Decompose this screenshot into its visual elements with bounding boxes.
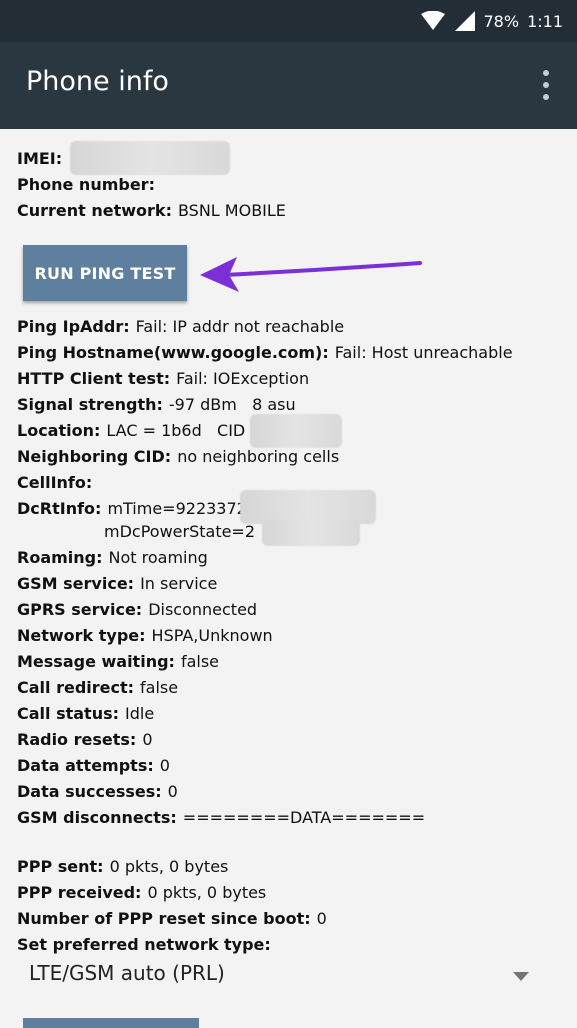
bottom-button-partial[interactable]: [23, 1018, 199, 1028]
status-icons: 78% 1:11: [420, 0, 563, 42]
http-client-value: Fail: IOException: [176, 369, 310, 388]
dcrtinfo-redacted-2: [262, 520, 360, 546]
dcrtinfo-label: DcRtInfo:: [17, 499, 102, 518]
ppp-received-label: PPP received:: [17, 883, 142, 902]
network-type-label: Network type:: [17, 626, 146, 645]
call-status-row: Call status: Idle: [17, 703, 154, 725]
cellinfo-row: CellInfo:: [17, 472, 98, 494]
ping-ipaddr-label: Ping IpAddr:: [17, 317, 130, 336]
gsm-disconnects-label: GSM disconnects:: [17, 808, 177, 827]
neighboring-cid-label: Neighboring CID:: [17, 447, 172, 466]
signal-strength-label: Signal strength:: [17, 395, 163, 414]
clock-time: 1:11: [527, 11, 563, 31]
app-bar: Phone info: [0, 42, 577, 129]
dcrtinfo-value-2: mDcPowerState=2: [104, 522, 256, 541]
arrow-annotation-icon: [200, 257, 422, 292]
ppp-sent-row: PPP sent: 0 pkts, 0 bytes: [17, 856, 228, 878]
ppp-reset-row: Number of PPP reset since boot: 0: [17, 908, 327, 930]
ping-hostname-value: Fail: Host unreachable: [334, 343, 513, 362]
phone-number-row: Phone number:: [17, 174, 161, 196]
ppp-sent-value: 0 pkts, 0 bytes: [109, 857, 229, 876]
roaming-row: Roaming: Not roaming: [17, 547, 208, 569]
network-type-row: Network type: HSPA,Unknown: [17, 625, 273, 647]
cellinfo-label: CellInfo:: [17, 473, 93, 492]
phone-number-label: Phone number:: [17, 175, 155, 194]
data-successes-value: 0: [167, 782, 178, 801]
ping-hostname-row: Ping Hostname(www.google.com): Fail: Host…: [17, 342, 513, 364]
ping-ipaddr-row: Ping IpAddr: Fail: IP addr not reachable: [17, 316, 344, 338]
ppp-reset-value: 0: [316, 909, 327, 928]
current-network-value: BSNL MOBILE: [177, 201, 286, 220]
http-client-label: HTTP Client test:: [17, 369, 171, 388]
neighboring-cid-row: Neighboring CID: no neighboring cells: [17, 446, 339, 468]
location-row: Location: LAC = 1b6d CID: [17, 420, 245, 442]
ping-ipaddr-value: Fail: IP addr not reachable: [135, 317, 345, 336]
gsm-disconnects-value: ========DATA=======: [182, 808, 426, 827]
location-value: LAC = 1b6d CID: [106, 421, 246, 440]
ppp-received-row: PPP received: 0 pkts, 0 bytes: [17, 882, 266, 904]
ppp-reset-label: Number of PPP reset since boot:: [17, 909, 311, 928]
phone-info-content: IMEI: Phone number: Current network: BSNL…: [0, 129, 577, 1028]
dcrtinfo-row-2: mDcPowerState=2: [104, 521, 255, 543]
signal-strength-value: -97 dBm 8 asu: [168, 395, 296, 414]
dropdown-arrow-icon: [513, 972, 529, 981]
gprs-service-label: GPRS service:: [17, 600, 143, 619]
dcrtinfo-redacted-1: [240, 490, 376, 524]
dcrtinfo-row: DcRtInfo: mTime=922337203: [17, 498, 267, 520]
gprs-service-row: GPRS service: Disconnected: [17, 599, 257, 621]
wifi-icon: [420, 11, 446, 31]
gprs-service-value: Disconnected: [148, 600, 258, 619]
gsm-service-label: GSM service:: [17, 574, 135, 593]
call-redirect-value: false: [140, 678, 179, 697]
cid-redacted: [250, 414, 342, 448]
radio-resets-row: Radio resets: 0: [17, 729, 153, 751]
ppp-received-value: 0 pkts, 0 bytes: [147, 883, 267, 902]
page-title: Phone info: [26, 66, 169, 97]
overflow-menu-icon[interactable]: [541, 70, 551, 100]
current-network-label: Current network:: [17, 201, 172, 220]
neighboring-cid-value: no neighboring cells: [177, 447, 340, 466]
signal-icon: [454, 10, 476, 32]
status-bar: 78% 1:11: [0, 0, 577, 42]
call-redirect-row: Call redirect: false: [17, 677, 178, 699]
call-status-value: Idle: [125, 704, 155, 723]
http-client-row: HTTP Client test: Fail: IOException: [17, 368, 309, 390]
radio-resets-label: Radio resets:: [17, 730, 137, 749]
data-attempts-value: 0: [159, 756, 170, 775]
roaming-value: Not roaming: [108, 548, 208, 567]
network-type-value: HSPA,Unknown: [151, 626, 273, 645]
ping-hostname-label: Ping Hostname(www.google.com):: [17, 343, 329, 362]
call-redirect-label: Call redirect:: [17, 678, 135, 697]
preferred-network-label: Set preferred network type:: [17, 935, 271, 954]
battery-text: 78%: [483, 11, 520, 31]
message-waiting-label: Message waiting:: [17, 652, 175, 671]
gsm-service-row: GSM service: In service: [17, 573, 217, 595]
location-label: Location:: [17, 421, 101, 440]
data-successes-row: Data successes: 0: [17, 781, 178, 803]
current-network-row: Current network: BSNL MOBILE: [17, 200, 286, 222]
message-waiting-value: false: [180, 652, 219, 671]
signal-strength-row: Signal strength: -97 dBm 8 asu: [17, 394, 296, 416]
data-successes-label: Data successes:: [17, 782, 162, 801]
message-waiting-row: Message waiting: false: [17, 651, 219, 673]
data-attempts-label: Data attempts:: [17, 756, 154, 775]
network-type-selected: LTE/GSM auto (PRL): [29, 961, 225, 985]
ppp-sent-label: PPP sent:: [17, 857, 104, 876]
gsm-disconnects-row: GSM disconnects: ========DATA=======: [17, 807, 425, 829]
roaming-label: Roaming:: [17, 548, 103, 567]
radio-resets-value: 0: [142, 730, 153, 749]
imei-label: IMEI:: [17, 149, 63, 168]
call-status-label: Call status:: [17, 704, 120, 723]
data-attempts-row: Data attempts: 0: [17, 755, 170, 777]
preferred-network-row: Set preferred network type:: [17, 934, 277, 956]
imei-redacted: [70, 141, 230, 175]
gsm-service-value: In service: [140, 574, 218, 593]
imei-row: IMEI:: [17, 148, 68, 170]
run-ping-test-button[interactable]: RUN PING TEST: [23, 245, 187, 301]
